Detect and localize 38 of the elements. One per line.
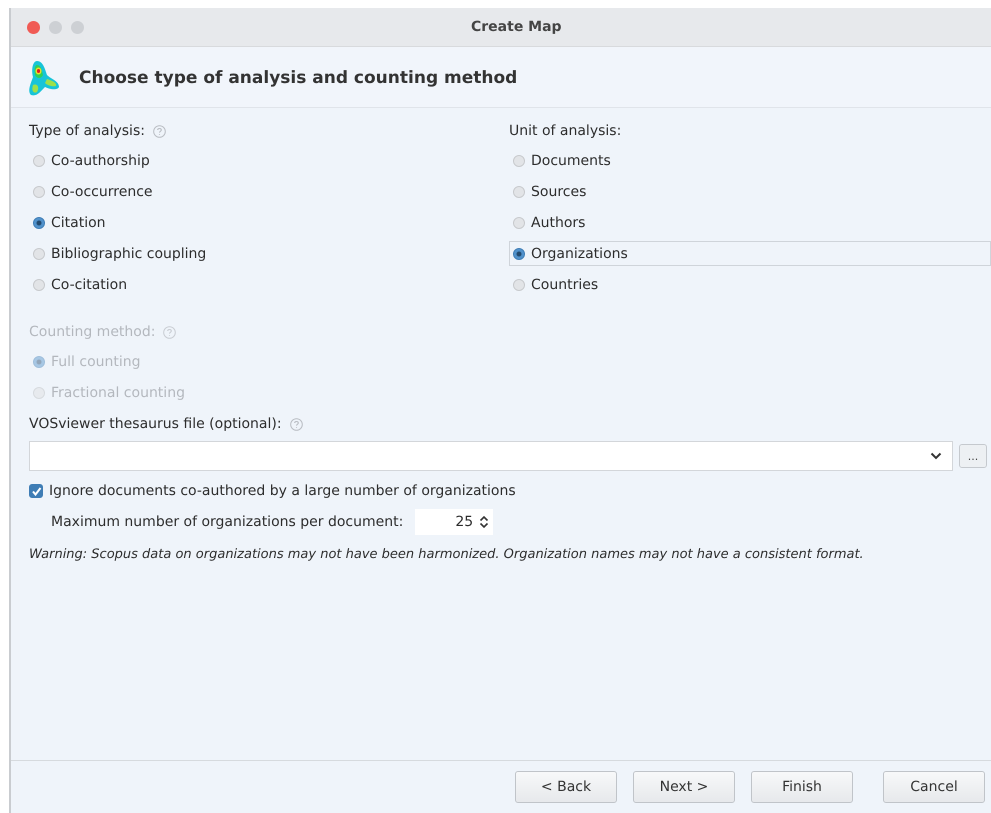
radio-option[interactable]: Documents — [509, 148, 612, 173]
page-heading: Choose type of analysis and counting method — [79, 68, 518, 88]
wizard-button[interactable]: Next > — [633, 771, 735, 803]
radio-option: Full counting — [29, 349, 142, 374]
zoom-button[interactable] — [71, 20, 84, 34]
radio-option[interactable]: Co-occurrence — [29, 179, 154, 204]
section-label: Type of analysis: — [29, 123, 145, 139]
help-icon[interactable] — [290, 418, 303, 430]
wizard-button[interactable]: Cancel — [883, 771, 985, 803]
radio-option[interactable]: Authors — [509, 210, 586, 235]
ignore-checkbox[interactable]: Ignore documents co-authored by a large number of organizations — [29, 479, 516, 503]
radio-option[interactable]: Organizations — [509, 241, 991, 266]
close-button[interactable] — [27, 20, 40, 34]
wizard-button[interactable]: Finish — [751, 771, 853, 803]
checkmark-icon — [30, 486, 42, 496]
stepper-arrows-icon[interactable] — [479, 515, 490, 529]
field-label: Maximum number of organizations per document: — [51, 514, 404, 530]
warning-text: Warning: Scopus data on organizations may not have been harmonized. Organization names may not have a consistent format. — [29, 546, 865, 564]
radio-option[interactable]: Countries — [509, 272, 600, 297]
help-icon[interactable] — [152, 124, 166, 138]
help-icon[interactable] — [163, 326, 176, 338]
chevron-down-icon — [930, 452, 942, 460]
radio-option[interactable]: Bibliographic coupling — [29, 241, 208, 266]
radio-option[interactable]: Co-citation — [29, 272, 128, 297]
section-label: Counting method: — [29, 324, 156, 340]
minimize-button[interactable] — [49, 20, 62, 34]
window-title: Create Map — [471, 19, 562, 35]
heatmap-logo-icon — [27, 59, 61, 97]
thesaurus-dropdown[interactable] — [29, 441, 953, 471]
section-label: VOSviewer thesaurus file (optional): — [29, 416, 282, 432]
radio-option[interactable]: Sources — [509, 179, 588, 204]
number-spinner[interactable]: 25 — [415, 509, 494, 535]
radio-option: Fractional counting — [29, 380, 186, 405]
browse-button[interactable]: ... — [959, 444, 987, 468]
section-label: Unit of analysis: — [509, 123, 622, 139]
radio-option[interactable]: Citation — [29, 210, 107, 235]
wizard-button[interactable]: < Back — [515, 771, 617, 803]
radio-option[interactable]: Co-authorship — [29, 148, 151, 173]
